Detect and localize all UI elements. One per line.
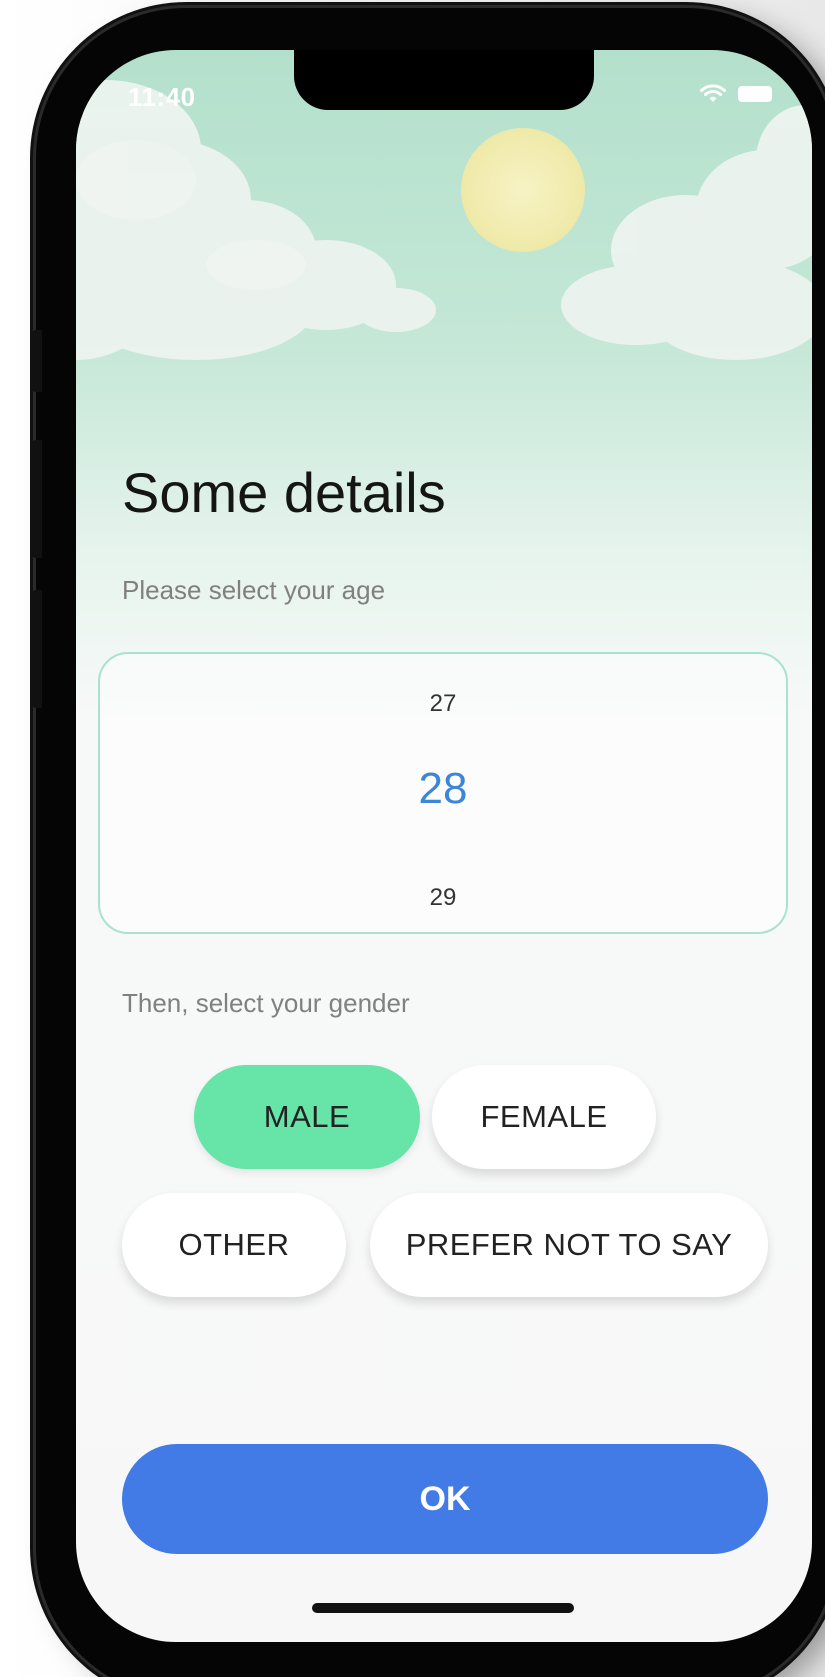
age-option-next[interactable]: 29 [100,884,786,912]
gender-male-label: MALE [263,1099,351,1134]
device-stage: 11:40 Some details Please select your ag… [0,0,825,1677]
volume-up-button [32,440,42,558]
gender-prefer-not-to-say-button[interactable]: PREFER NOT TO SAY [370,1193,768,1297]
status-icons [700,84,772,104]
cloud-left-icon [76,80,436,360]
gender-other-label: OTHER [178,1227,290,1262]
app-screen: 11:40 Some details Please select your ag… [76,50,812,1642]
cloud-right-icon [561,105,812,360]
gender-female-button[interactable]: FEMALE [432,1065,656,1169]
age-prompt: Please select your age [122,575,386,605]
gender-prompt: Then, select your gender [122,988,410,1018]
mute-switch [32,330,42,392]
gender-prefer-not-to-say-label: PREFER NOT TO SAY [405,1227,733,1262]
page-title: Some details [122,461,446,524]
sky-illustration [76,80,812,360]
home-indicator[interactable] [312,1603,574,1613]
gender-male-button[interactable]: MALE [194,1065,420,1169]
ok-button-label: OK [419,1479,471,1518]
status-time: 11:40 [128,82,196,112]
sun-icon [461,128,585,252]
age-option-previous[interactable]: 27 [100,690,786,718]
age-option-selected[interactable]: 28 [100,764,786,814]
age-picker[interactable]: 27 28 29 [98,652,788,934]
gender-female-label: FEMALE [480,1099,608,1134]
wifi-icon [700,84,726,102]
battery-icon [738,86,772,102]
notch [294,50,594,110]
ok-button[interactable]: OK [122,1444,768,1554]
gender-other-button[interactable]: OTHER [122,1193,346,1297]
volume-down-button [32,590,42,708]
